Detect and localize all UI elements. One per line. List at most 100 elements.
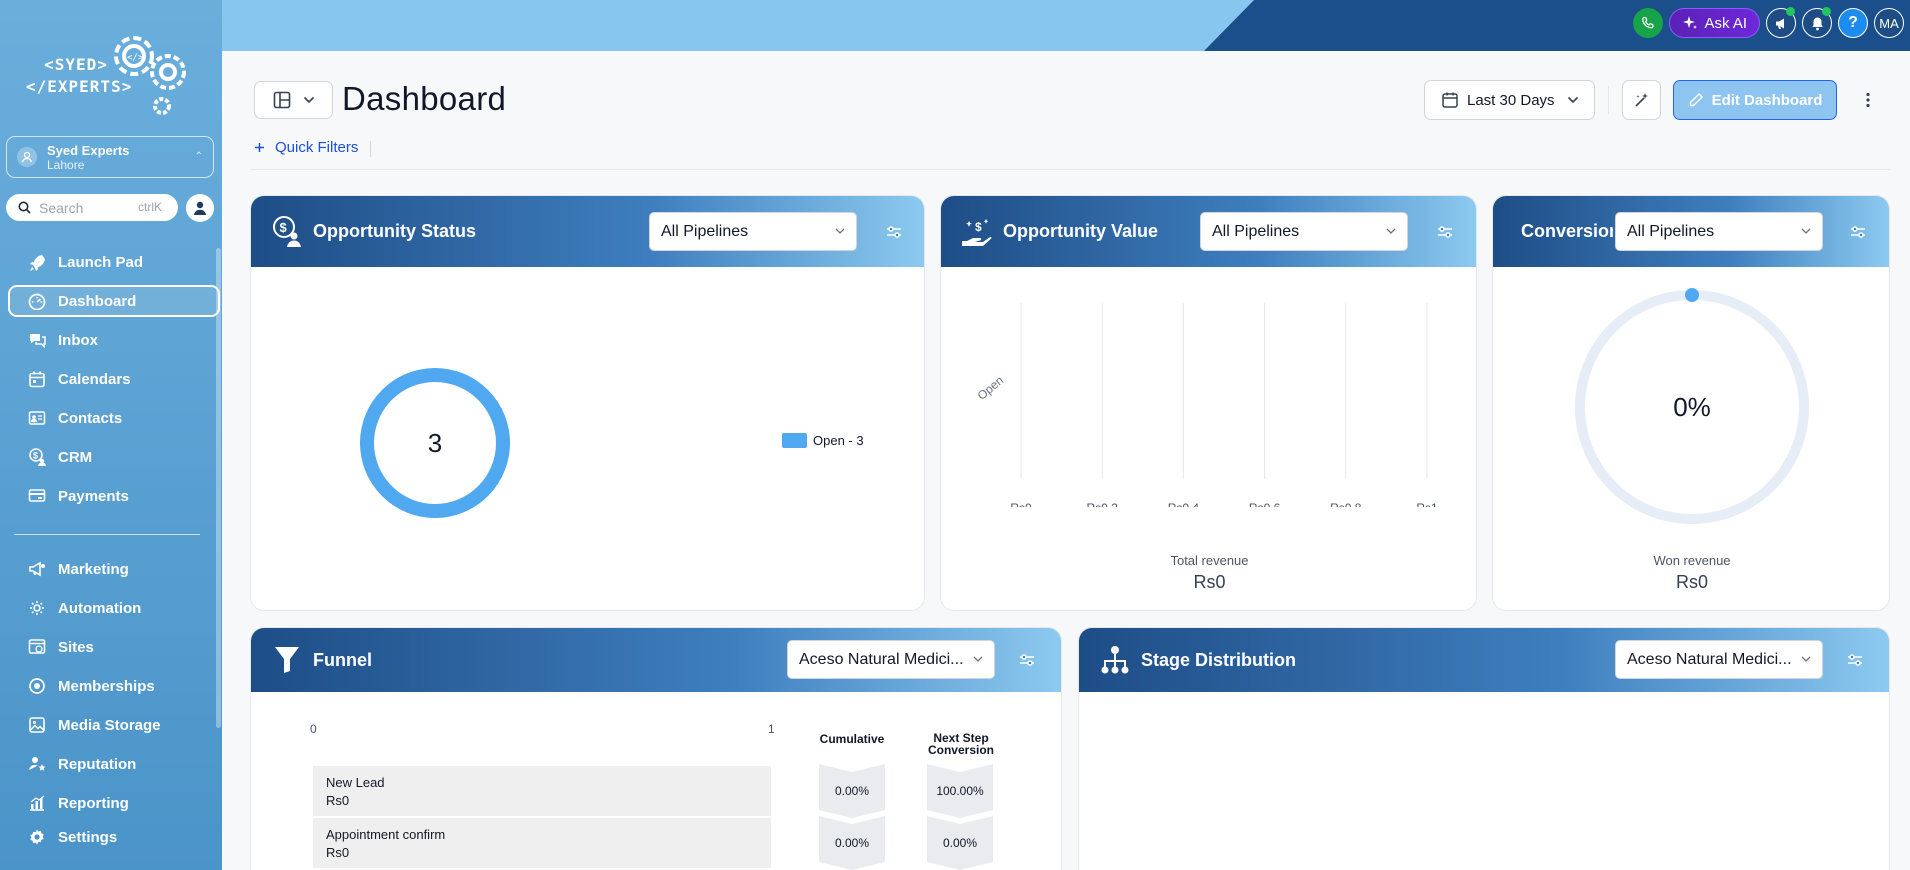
calendar-icon (26, 368, 48, 390)
sidebar-item-launch-pad[interactable]: Launch Pad (8, 246, 220, 278)
cumulative-cell: 0.00% (819, 764, 885, 818)
help-button[interactable]: ? (1838, 8, 1868, 38)
funnel-stage-row[interactable]: Appointment confirm Rs0 (313, 818, 771, 868)
svg-text:$: $ (280, 220, 288, 235)
sidebar-item-label: Automation (58, 599, 142, 617)
sidebar-item-label: Sites (58, 638, 94, 656)
date-range-select[interactable]: Last 30 Days (1424, 80, 1595, 120)
profile-button[interactable] (186, 194, 214, 222)
pipeline-select[interactable]: Aceso Natural Medici... (1615, 640, 1823, 679)
sidebar-item-calendars[interactable]: Calendars (8, 363, 220, 395)
sliders-icon (887, 226, 901, 238)
total-revenue-label: Total revenue (1170, 553, 1249, 568)
sidebar-item-reputation[interactable]: Reputation (8, 748, 220, 780)
card-filter-button[interactable] (884, 222, 904, 242)
magic-wand-button[interactable] (1622, 80, 1661, 120)
sidebar-item-contacts[interactable]: Contacts (8, 402, 220, 434)
card-filter-button[interactable] (1435, 222, 1455, 242)
sidebar-item-label: Reputation (58, 755, 137, 773)
chevron-down-icon (1801, 228, 1811, 234)
sidebar-scrollbar[interactable] (216, 248, 221, 728)
x-tick-label: Rs0.2 (1087, 501, 1119, 507)
syed-experts-logo[interactable]: <SYED> </EXPERTS> </> (26, 30, 196, 120)
sidebar-item-payments[interactable]: Payments (8, 480, 220, 512)
won-revenue-label: Won revenue (1653, 553, 1731, 568)
card-title: Opportunity Status (313, 221, 476, 241)
globe-icon (26, 636, 48, 658)
sidebar-item-label: Dashboard (58, 292, 137, 310)
y-category-label: Open (975, 373, 1006, 403)
legend-item[interactable]: Open - 3 (782, 433, 864, 448)
sidebar-item-memberships[interactable]: Memberships (8, 670, 220, 702)
sidebar-item-inbox[interactable]: Inbox (8, 324, 220, 356)
sidebar-item-label: Launch Pad (58, 253, 144, 271)
search-icon (18, 201, 31, 214)
chevron-down-icon (303, 96, 314, 104)
sidebar-item-dashboard[interactable]: Dashboard (8, 285, 220, 317)
phone-button[interactable] (1633, 8, 1664, 38)
location-switcher[interactable]: Syed Experts Lahore ⌃ (6, 136, 214, 178)
sidebar-item-sites[interactable]: Sites (8, 631, 220, 663)
sidebar-item-media-storage[interactable]: Media Storage (8, 709, 220, 741)
image-icon (26, 714, 48, 736)
avatar[interactable]: MA (1874, 8, 1904, 38)
sidebar-item-label: Settings (58, 828, 118, 846)
sidebar-item-marketing[interactable]: Marketing (8, 553, 220, 585)
pipeline-select-value: All Pipelines (661, 222, 749, 240)
sliders-icon (1438, 226, 1452, 238)
quick-filters-label: Quick Filters (275, 139, 359, 156)
pipeline-select[interactable]: All Pipelines (1200, 212, 1408, 251)
location-name: Syed Experts (47, 142, 130, 158)
avatar-initials: MA (1879, 15, 1899, 31)
plus-icon (255, 143, 264, 152)
dollar-person-icon: $ (271, 215, 303, 248)
card-title: Conversion (1521, 221, 1613, 241)
card-filter-button[interactable] (1848, 222, 1868, 242)
funnel-icon (271, 644, 303, 676)
card-filter-button[interactable] (1845, 650, 1865, 670)
card-header: Conversion All Pipelines (1493, 196, 1889, 267)
card-header: Funnel Aceso Natural Medici... (251, 628, 1061, 692)
pipeline-select[interactable]: Aceso Natural Medici... (787, 640, 995, 679)
bell-icon (1811, 17, 1823, 30)
opportunity-value-card: $ Opportunity Value All Pipelines Rs0Rs0… (940, 195, 1477, 611)
sidebar-item-crm[interactable]: $ CRM (8, 441, 220, 473)
sliders-icon (1851, 226, 1865, 238)
won-revenue-value: Rs0 (1675, 572, 1708, 592)
sidebar-item-settings[interactable]: Settings (8, 821, 220, 853)
ask-ai-button[interactable]: Ask AI (1669, 8, 1760, 38)
notifications-button[interactable] (1802, 7, 1832, 38)
card-filter-button[interactable] (1017, 650, 1037, 670)
payments-icon (26, 485, 48, 507)
date-range-label: Last 30 Days (1467, 91, 1555, 109)
quick-filters-button[interactable]: Quick Filters (254, 139, 358, 156)
funnel-stage-row[interactable]: New Lead Rs0 (313, 766, 771, 816)
unread-dot (1786, 7, 1795, 16)
stage-distribution-card: Stage Distribution Aceso Natural Medici.… (1078, 627, 1890, 870)
card-header: $ Opportunity Value All Pipelines (941, 196, 1476, 267)
announcements-button[interactable] (1766, 7, 1796, 38)
quick-filters-divider (370, 141, 371, 157)
more-options-button[interactable] (1858, 86, 1878, 114)
pipeline-select[interactable]: All Pipelines (649, 212, 857, 251)
sidebar-item-label: CRM (58, 448, 93, 466)
sidebar-item-automation[interactable]: Automation (8, 592, 220, 624)
layout-switcher-button[interactable] (254, 81, 333, 119)
sidebar-item-reporting[interactable]: Reporting (8, 787, 220, 819)
search-input[interactable] (39, 199, 119, 216)
pipeline-select[interactable]: All Pipelines (1615, 212, 1823, 251)
dollar-user-icon: $ (26, 446, 48, 468)
funnel-card: Funnel Aceso Natural Medici... 0 1 Cumul… (250, 627, 1062, 870)
next-step-cell: 100.00% (927, 764, 993, 818)
conversion-percent: 0% (1673, 391, 1711, 422)
chevron-updown-icon: ⌃ (194, 151, 203, 162)
card-header: Stage Distribution Aceso Natural Medici.… (1079, 628, 1889, 692)
edit-dashboard-button[interactable]: Edit Dashboard (1673, 80, 1837, 120)
gear-cycle-icon (26, 597, 48, 619)
sidebar: <SYED> </EXPERTS> </> Syed Experts Lahor… (0, 0, 222, 870)
funnel-axis-min: 0 (310, 722, 317, 736)
search-bar[interactable]: ctrlK (6, 194, 178, 221)
opportunity-value-chart[interactable]: Rs0 Rs0.2 Rs0.4 Rs0.6 Rs0.8 Rs1 Open (941, 267, 1477, 507)
location-city: Lahore (47, 157, 85, 172)
rocket-icon (26, 251, 48, 273)
